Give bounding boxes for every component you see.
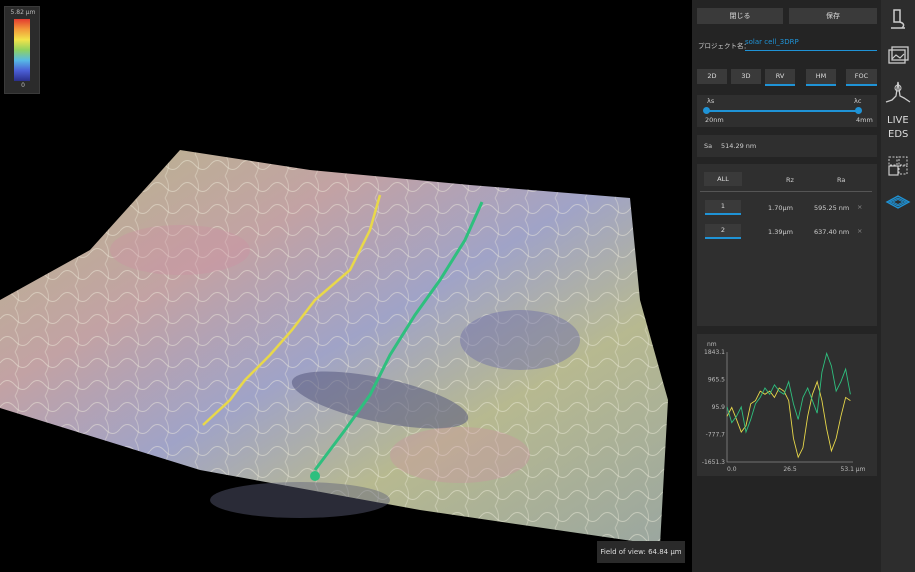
tab-rv[interactable]: RV <box>765 69 795 86</box>
row-2-ra: 637.40 nm <box>814 228 850 236</box>
x-tick-label: 53.1 µm <box>841 466 866 473</box>
project-name-input[interactable]: solar cell_3DRP <box>745 38 877 51</box>
save-button[interactable]: 保存 <box>789 8 877 24</box>
tab-2d[interactable]: 2D <box>697 69 727 84</box>
y-tick-label: 965.5 <box>708 377 725 384</box>
rz-header: Rz <box>786 176 794 184</box>
row-2-rz: 1.39µm <box>768 228 793 236</box>
height-colorbar: 5.82 µm 0 <box>4 6 40 94</box>
stitch-icon[interactable] <box>884 152 912 180</box>
table-divider <box>700 191 872 192</box>
3d-viewport[interactable]: 5.82 µm 0 Field of view: 64.84 µm <box>0 0 692 572</box>
all-button[interactable]: ALL <box>704 172 742 186</box>
y-tick-label: -777.7 <box>706 432 726 439</box>
lambda-c-label: λc <box>854 97 862 105</box>
colorbar-min-label: 0 <box>21 82 25 89</box>
y-tick-label: 1843.1 <box>704 349 725 356</box>
row-2-remove-icon[interactable]: × <box>857 227 862 235</box>
filter-range-slider[interactable] <box>706 110 858 112</box>
roughness-section <box>697 164 877 326</box>
profile-row-1-button[interactable]: 1 <box>705 200 741 215</box>
spectrum-icon[interactable] <box>884 78 912 106</box>
3d-surface[interactable] <box>0 0 692 572</box>
colorbar-max-label: 5.82 µm <box>10 9 36 16</box>
sa-label: Sa <box>704 142 713 150</box>
eds-label[interactable]: EDS <box>888 129 908 140</box>
colorbar-gradient <box>14 19 30 81</box>
project-name-label: プロジェクト名： <box>698 42 750 50</box>
y-tick-label: 95.9 <box>712 404 726 411</box>
profile-series-1 <box>726 380 851 459</box>
y-tick-label: -1651.3 <box>702 459 725 466</box>
image-icon[interactable] <box>884 42 912 70</box>
chart-axes <box>726 352 853 463</box>
tab-3d[interactable]: 3D <box>731 69 761 84</box>
lambda-s-value: 20nm <box>705 116 724 124</box>
live-label[interactable]: LIVE <box>887 115 909 126</box>
row-1-ra: 595.25 nm <box>814 204 850 212</box>
close-button[interactable]: 閉じる <box>697 8 783 24</box>
tab-foc[interactable]: FOC <box>846 69 877 86</box>
lambda-c-value: 4mm <box>856 116 873 124</box>
field-of-view-badge: Field of view: 64.84 µm <box>597 541 685 563</box>
profile-row-2-button[interactable]: 2 <box>705 224 741 239</box>
row-1-remove-icon[interactable]: × <box>857 203 862 211</box>
profile-chart: nm1843.1 965.5 95.9 -777.7 -1651.30.0 26.5 53.… <box>702 341 866 473</box>
row-1-rz: 1.70µm <box>768 204 793 212</box>
x-tick-label: 0.0 <box>727 466 737 473</box>
layers-3d-icon[interactable] <box>884 188 912 216</box>
tab-hm[interactable]: HM <box>806 69 836 86</box>
microscope-icon[interactable] <box>884 6 912 34</box>
slider-handle-left[interactable] <box>703 107 710 114</box>
y-unit-label: nm <box>707 341 717 348</box>
ra-header: Ra <box>837 176 846 184</box>
lambda-s-label: λs <box>707 97 715 105</box>
profile-series-2 <box>726 351 851 434</box>
slider-handle-right[interactable] <box>855 107 862 114</box>
sa-value: 514.29 nm <box>721 142 757 150</box>
x-tick-label: 26.5 <box>783 466 797 473</box>
